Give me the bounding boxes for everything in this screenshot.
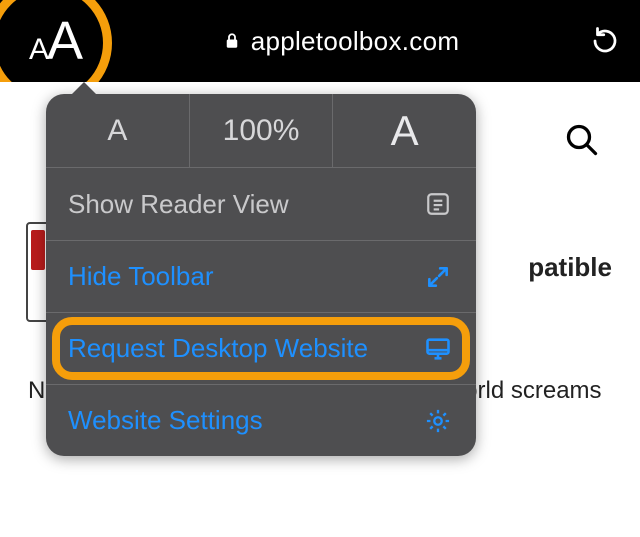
zoom-level[interactable]: 100% — [189, 94, 333, 167]
zoom-out-button[interactable]: A — [46, 94, 189, 167]
hide-toolbar-item[interactable]: Hide Toolbar — [46, 240, 476, 312]
zoom-level-text: 100% — [223, 114, 300, 148]
lock-icon — [223, 30, 241, 52]
article-heading-fragment: patible — [528, 252, 612, 283]
menu-item-label: Request Desktop Website — [68, 333, 368, 364]
text-size-button[interactable]: AA — [0, 0, 112, 82]
website-settings-item[interactable]: Website Settings — [46, 384, 476, 456]
menu-item-label: Show Reader View — [68, 189, 289, 220]
reload-button[interactable] — [570, 0, 640, 82]
request-desktop-website-item[interactable]: Request Desktop Website — [46, 312, 476, 384]
expand-icon — [422, 261, 454, 293]
zoom-in-button[interactable]: A — [332, 94, 476, 167]
safari-address-bar: AA appletoolbox.com — [0, 0, 640, 82]
menu-item-label: Website Settings — [68, 405, 263, 436]
search-icon[interactable] — [564, 122, 600, 163]
reload-icon — [590, 26, 620, 56]
domain-text: appletoolbox.com — [251, 26, 460, 57]
address-field[interactable]: appletoolbox.com — [112, 26, 570, 57]
aa-icon: AA — [29, 10, 83, 72]
menu-item-label: Hide Toolbar — [68, 261, 214, 292]
page-settings-menu: A 100% A Show Reader View Hide Toolbar R… — [46, 94, 476, 456]
zoom-row: A 100% A — [46, 94, 476, 168]
desktop-icon — [422, 333, 454, 365]
gear-icon — [422, 405, 454, 437]
show-reader-view-item[interactable]: Show Reader View — [46, 168, 476, 240]
reader-icon — [422, 188, 454, 220]
